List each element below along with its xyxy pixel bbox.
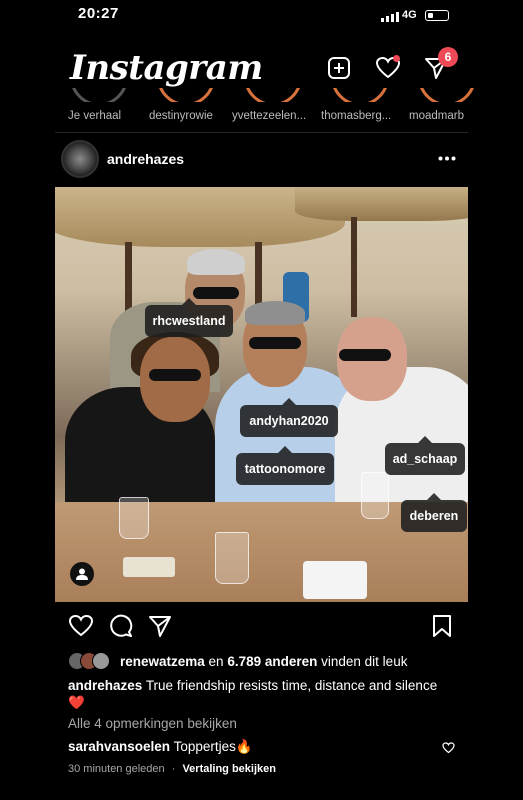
person-icon: [76, 568, 88, 580]
post-username[interactable]: andrehazes: [107, 151, 184, 167]
thatched-roof: [295, 187, 468, 221]
liker-username[interactable]: renewatzema: [120, 654, 205, 669]
stories-tray: Je verhaal destinyrowie yvettezeelen... …: [0, 88, 523, 128]
story-label[interactable]: moadmarb: [409, 110, 464, 122]
likes-count[interactable]: 6.789 anderen: [227, 654, 317, 669]
post-footer: 30 minuten geleden · Vertaling bekijken: [68, 763, 276, 775]
caption-text: True friendship resists time, distance a…: [145, 678, 438, 693]
comment-icon[interactable]: [109, 614, 133, 638]
likes-suffix: vinden dit leuk: [317, 653, 408, 669]
likers-avatars: [68, 652, 116, 670]
battery-icon: [425, 10, 449, 21]
user-tag[interactable]: tattoonomore: [236, 446, 334, 485]
user-tag[interactable]: ad_schaap: [385, 436, 465, 475]
instagram-logo[interactable]: Instagram: [70, 48, 263, 88]
divider: [55, 132, 468, 133]
comment-username[interactable]: sarahvansoelen: [68, 739, 170, 754]
story-label[interactable]: yvettezeelen...: [232, 110, 306, 122]
translate-link[interactable]: Vertaling bekijken: [182, 763, 276, 775]
user-tag[interactable]: andyhan2020: [240, 398, 338, 437]
likes-summary[interactable]: renewatzema en 6.789 anderen vinden dit …: [68, 650, 407, 672]
story-label[interactable]: thomasberg...: [321, 110, 391, 122]
bookmark-icon[interactable]: [432, 614, 452, 638]
story-label[interactable]: Je verhaal: [68, 110, 121, 122]
share-icon[interactable]: [148, 614, 172, 638]
tagged-users-button[interactable]: [70, 562, 94, 586]
messages-badge: 6: [438, 47, 458, 67]
comment-text: Toppertjes: [173, 739, 236, 754]
more-options-icon[interactable]: [438, 156, 456, 161]
view-comments-link[interactable]: Alle 4 opmerkingen bekijken: [68, 716, 237, 731]
post-header: andrehazes: [55, 140, 468, 182]
story-avatar[interactable]: [244, 88, 300, 102]
story-label[interactable]: destinyrowie: [149, 110, 213, 122]
post-actions: [55, 612, 468, 642]
story-avatar[interactable]: [418, 88, 474, 102]
network-label: 4G: [402, 9, 417, 21]
avatar[interactable]: [61, 140, 99, 178]
new-post-button[interactable]: [324, 53, 354, 83]
heart-emoji: ❤️: [68, 695, 85, 710]
plus-square-icon: [328, 57, 350, 79]
avatar: [92, 652, 110, 670]
comment: sarahvansoelen Toppertjes🔥: [68, 739, 253, 755]
like-heart-icon[interactable]: [68, 614, 94, 638]
likes-connector: en: [204, 653, 228, 669]
fire-emoji: 🔥: [235, 739, 253, 754]
user-tag[interactable]: rhcwestland: [145, 298, 233, 337]
separator: ·: [171, 763, 176, 775]
status-time: 20:27: [78, 5, 119, 22]
post-caption: andrehazes True friendship resists time,…: [68, 677, 448, 711]
signal-icon: [381, 12, 399, 22]
activity-dot: [393, 55, 400, 62]
status-bar: 20:27 4G: [0, 0, 523, 26]
user-tag[interactable]: deberen: [401, 493, 467, 532]
caption-username[interactable]: andrehazes: [68, 678, 142, 693]
timestamp: 30 minuten geleden: [68, 763, 165, 775]
story-avatar[interactable]: [157, 88, 213, 102]
story-avatar[interactable]: [331, 88, 387, 102]
comment-like-icon[interactable]: [442, 742, 455, 754]
story-avatar-own[interactable]: [70, 88, 126, 102]
post-image[interactable]: rhcwestland andyhan2020 tattoonomore ad_…: [55, 187, 468, 602]
